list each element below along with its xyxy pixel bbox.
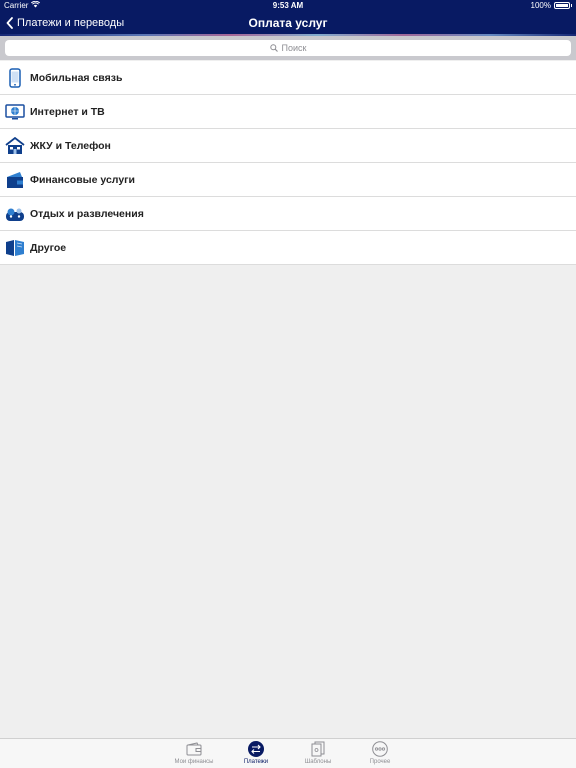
navigation-bar: Платежи и переводы Оплата услуг bbox=[0, 12, 576, 36]
battery-tip bbox=[571, 4, 572, 7]
list-item-label: Мобильная связь bbox=[30, 71, 123, 84]
house-phone-icon bbox=[5, 136, 25, 156]
list-item-financial-services[interactable]: Финансовые услуги bbox=[0, 163, 576, 197]
back-button-label: Платежи и переводы bbox=[17, 17, 125, 29]
leisure-gamepad-icon bbox=[5, 204, 25, 224]
tab-label: Шаблоны bbox=[304, 759, 332, 765]
search-placeholder: Поиск bbox=[281, 43, 307, 53]
back-button[interactable]: Платежи и переводы bbox=[6, 17, 124, 29]
chevron-left-icon bbox=[6, 17, 13, 29]
category-list: Мобильная связь Интернет и ТВ ЖКУ и Теле… bbox=[0, 61, 576, 265]
more-dots-icon bbox=[372, 741, 388, 757]
list-item-label: ЖКУ и Телефон bbox=[30, 139, 111, 152]
search-input[interactable]: Поиск bbox=[5, 40, 571, 56]
list-item-label: Отдых и развлечения bbox=[30, 207, 144, 220]
mobile-phone-icon bbox=[5, 67, 25, 88]
list-item-internet-tv[interactable]: Интернет и ТВ bbox=[0, 95, 576, 129]
list-item-leisure[interactable]: Отдых и развлечения bbox=[0, 197, 576, 231]
tab-templates[interactable]: Шаблоны bbox=[287, 739, 349, 768]
tab-list: Мои финансы Платежи Шаблоны Прочее bbox=[163, 739, 411, 768]
book-icon bbox=[5, 238, 25, 258]
tab-bar: Мои финансы Платежи Шаблоны Прочее bbox=[0, 738, 576, 768]
templates-icon bbox=[310, 741, 326, 757]
tab-label: Платежи bbox=[243, 759, 269, 765]
tv-globe-icon bbox=[5, 102, 25, 122]
search-bar: Поиск bbox=[0, 36, 576, 60]
search-icon bbox=[269, 44, 278, 52]
battery-icon bbox=[554, 2, 570, 9]
battery-percent: 100% bbox=[530, 1, 551, 10]
list-item-housing-phone[interactable]: ЖКУ и Телефон bbox=[0, 129, 576, 163]
tab-label: Прочее bbox=[369, 759, 391, 765]
wallet-icon bbox=[186, 741, 202, 757]
clock: 9:53 AM bbox=[272, 1, 304, 10]
list-item-other[interactable]: Другое bbox=[0, 231, 576, 265]
list-item-label: Другое bbox=[30, 241, 67, 254]
tab-my-finances[interactable]: Мои финансы bbox=[163, 739, 225, 768]
tab-payments[interactable]: Платежи bbox=[225, 739, 287, 768]
list-item-mobile[interactable]: Мобильная связь bbox=[0, 61, 576, 95]
status-bar: Carrier 9:53 AM 100% bbox=[0, 0, 576, 12]
list-item-label: Финансовые услуги bbox=[30, 173, 135, 186]
transfer-arrows-icon bbox=[248, 741, 264, 757]
wallet-card-icon bbox=[5, 170, 25, 190]
tab-label: Мои финансы bbox=[174, 759, 214, 765]
battery-block: 100% bbox=[531, 1, 572, 10]
list-item-label: Интернет и ТВ bbox=[30, 105, 105, 118]
tab-more[interactable]: Прочее bbox=[349, 739, 411, 768]
